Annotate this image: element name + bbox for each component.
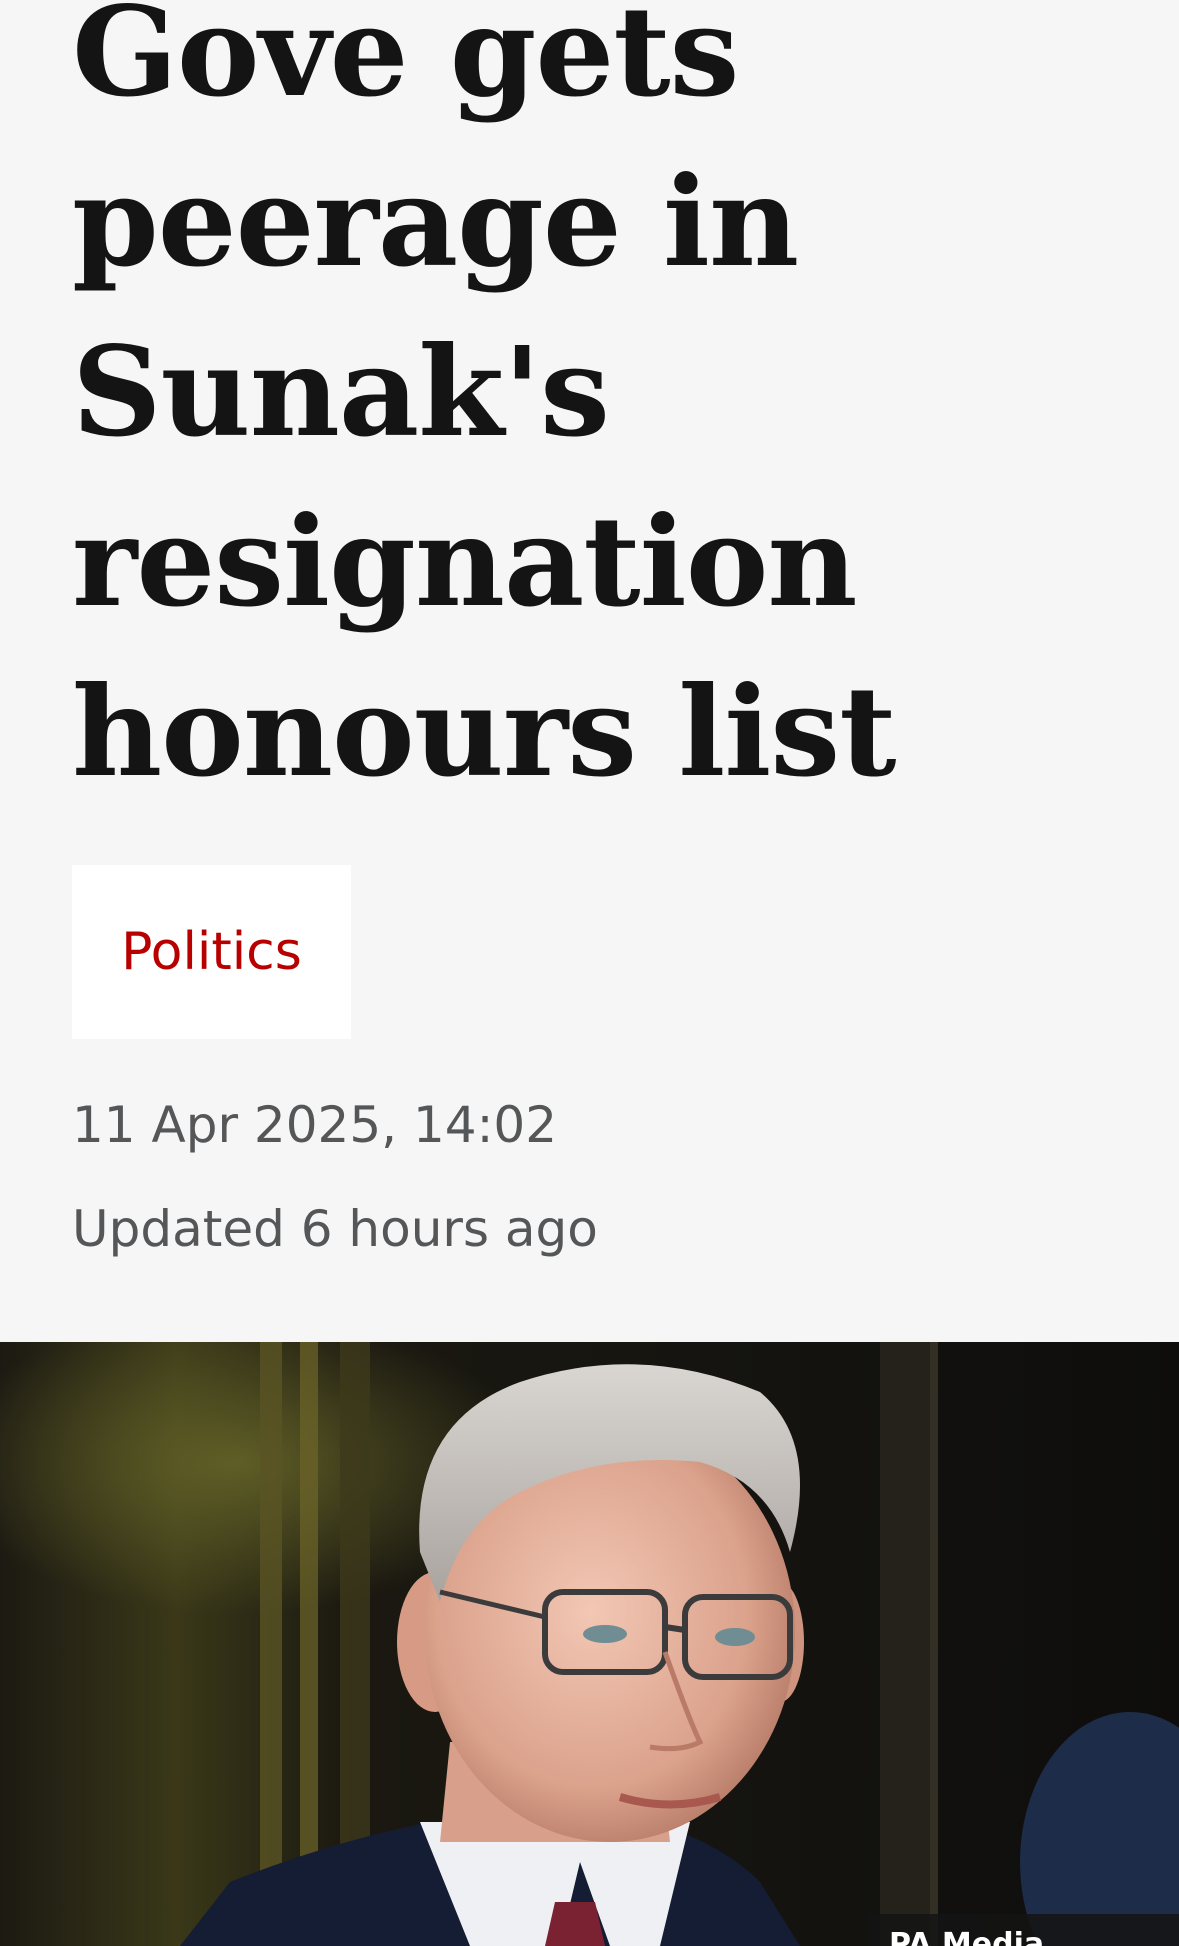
headline-line: honours list: [72, 660, 897, 805]
hero-image[interactable]: PA Media: [0, 1342, 1179, 1946]
hero-photo: [0, 1342, 1179, 1946]
topic-link-politics[interactable]: Politics: [72, 865, 351, 1039]
updated-timestamp: Updated 6 hours ago: [72, 1200, 598, 1258]
article-page: Gove gets peerage in Sunak's resignation…: [0, 0, 1179, 1946]
headline-line: Sunak's: [72, 320, 610, 465]
headline-line: resignation: [72, 490, 858, 635]
headline-line: peerage in: [72, 150, 799, 295]
topic-label: Politics: [121, 922, 302, 982]
published-timestamp: 11 Apr 2025, 14:02: [72, 1096, 558, 1154]
image-credit: PA Media: [867, 1914, 1179, 1946]
headline-line: Gove gets: [72, 0, 739, 125]
article-headline: Gove gets peerage in Sunak's resignation…: [72, 0, 1072, 818]
